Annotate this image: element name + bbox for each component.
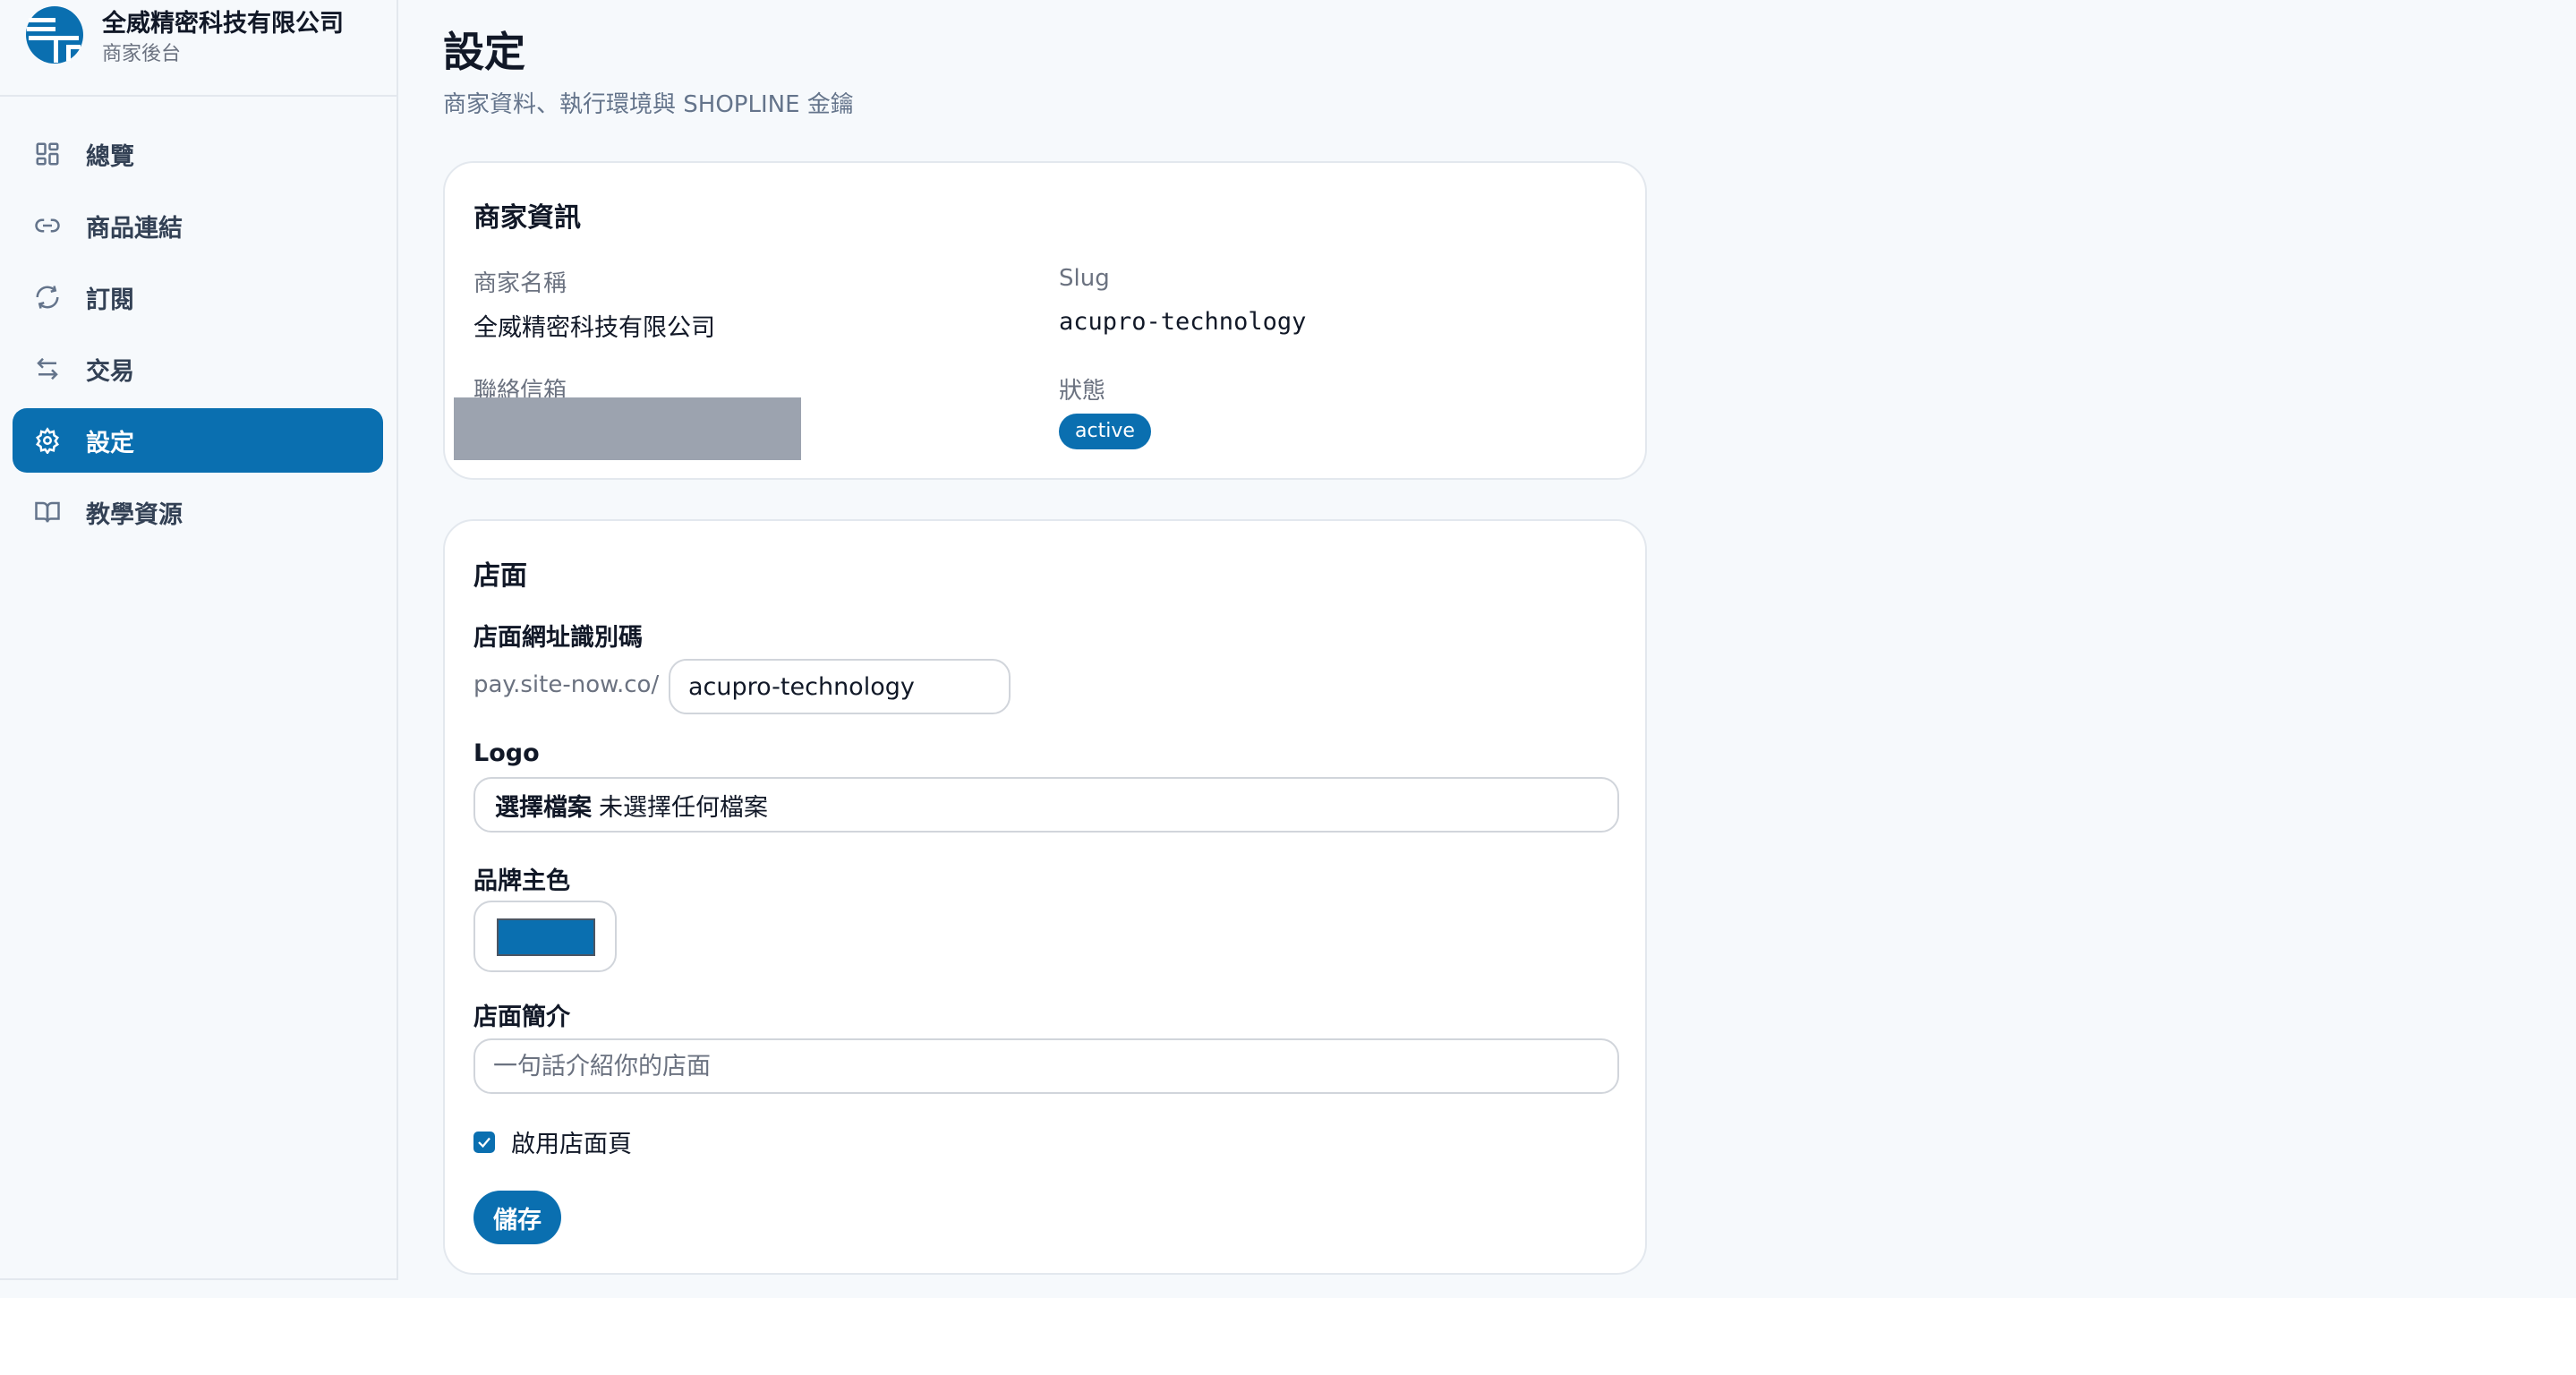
storefront-card: 店面 店面網址識別碼 pay.site-now.co/ Logo 選擇檔案 未選… xyxy=(443,519,1647,1275)
page-title: 設定 xyxy=(443,28,525,76)
grid-icon xyxy=(34,141,61,167)
logo-label: Logo xyxy=(473,739,540,767)
merchant-name-label: 商家名稱 xyxy=(473,270,567,297)
merchant-info-card: 商家資訊 商家名稱 全威精密科技有限公司 Slug acupro-technol… xyxy=(443,161,1647,480)
save-button[interactable]: 儲存 xyxy=(473,1191,561,1244)
sidebar-item-overview[interactable]: 總覽 xyxy=(13,122,383,186)
intro-input[interactable] xyxy=(473,1038,1619,1094)
brand-header: 全威精密科技有限公司 商家後台 xyxy=(0,0,397,97)
book-icon xyxy=(34,499,61,525)
merchant-info-title: 商家資訊 xyxy=(473,202,581,234)
link-icon xyxy=(34,212,61,239)
sidebar: 全威精密科技有限公司 商家後台 總覽 商品連結 訂閱 交易 設定 教學資源 xyxy=(0,0,398,1280)
enable-storefront-row[interactable]: 啟用店面頁 xyxy=(473,1124,632,1159)
sidebar-item-product-links[interactable]: 商品連結 xyxy=(13,193,383,258)
app-shell: 全威精密科技有限公司 商家後台 總覽 商品連結 訂閱 交易 設定 教學資源 設定… xyxy=(0,0,2576,1298)
brand-color-swatch xyxy=(497,918,595,956)
brand-color-label: 品牌主色 xyxy=(473,867,570,895)
page-subtitle: 商家資料、執行環境與 SHOPLINE 金鑰 xyxy=(443,91,854,118)
merchant-name-value: 全威精密科技有限公司 xyxy=(473,314,715,342)
refresh-icon xyxy=(34,284,61,311)
gear-icon xyxy=(34,427,61,454)
sidebar-item-label: 總覽 xyxy=(86,142,134,171)
logo-file-input[interactable]: 選擇檔案 未選擇任何檔案 xyxy=(473,777,1619,833)
storefront-slug-input[interactable] xyxy=(669,659,1011,714)
checkmark-icon xyxy=(478,1137,490,1148)
intro-label: 店面簡介 xyxy=(473,1003,570,1031)
brand-color-picker[interactable] xyxy=(473,901,617,972)
slug-label: Slug xyxy=(1059,265,1110,292)
sidebar-item-label: 設定 xyxy=(86,429,134,457)
swap-icon xyxy=(34,355,61,382)
redacted-email xyxy=(454,397,801,460)
enable-storefront-label: 啟用店面頁 xyxy=(511,1131,632,1158)
sidebar-item-label: 訂閱 xyxy=(86,286,134,314)
storefront-title: 店面 xyxy=(473,560,527,592)
sidebar-item-transactions[interactable]: 交易 xyxy=(13,337,383,401)
choose-file-button[interactable]: 選擇檔案 xyxy=(495,788,592,823)
storefront-slug-label: 店面網址識別碼 xyxy=(473,624,643,652)
sidebar-item-label: 商品連結 xyxy=(86,214,183,243)
company-logo-icon xyxy=(26,6,83,64)
company-name: 全威精密科技有限公司 xyxy=(102,10,344,38)
slug-value: acupro-technology xyxy=(1059,308,1307,336)
sidebar-item-label: 交易 xyxy=(86,357,134,386)
sidebar-item-tutorials[interactable]: 教學資源 xyxy=(13,480,383,544)
sidebar-item-settings[interactable]: 設定 xyxy=(13,408,383,473)
enable-storefront-checkbox[interactable] xyxy=(473,1131,495,1153)
sidebar-item-label: 教學資源 xyxy=(86,500,183,529)
file-status: 未選擇任何檔案 xyxy=(599,793,768,822)
storefront-url-prefix: pay.site-now.co/ xyxy=(473,671,660,698)
company-subtitle: 商家後台 xyxy=(102,43,182,65)
status-badge: active xyxy=(1059,414,1151,449)
sidebar-item-subscriptions[interactable]: 訂閱 xyxy=(13,265,383,329)
sidebar-nav: 總覽 商品連結 訂閱 交易 設定 教學資源 xyxy=(13,122,383,551)
status-label: 狀態 xyxy=(1059,378,1106,405)
